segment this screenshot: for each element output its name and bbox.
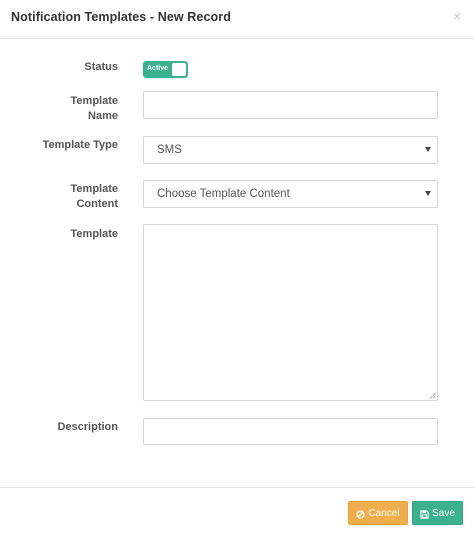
template-name-label-line1: Template [70,95,118,107]
status-toggle[interactable]: Active [143,61,188,78]
save-button-label: Save [432,508,455,519]
dialog-footer: Cancel Save [0,487,474,535]
resize-grip-icon[interactable] [429,392,436,399]
status-toggle-text: Active [147,65,169,72]
template-textarea[interactable] [143,224,438,401]
new-record-dialog: Notification Templates - New Record × St… [0,0,474,535]
template-content-select[interactable]: Choose Template Content [143,180,438,208]
description-label: Description [57,421,118,433]
cancel-button[interactable]: Cancel [348,501,408,525]
close-icon[interactable]: × [453,9,461,23]
template-label: Template [70,228,118,240]
dialog-title: Notification Templates - New Record [11,10,231,24]
template-content-label-line1: Template [70,183,118,195]
template-type-value: SMS [157,144,182,156]
template-name-input[interactable] [143,91,438,119]
template-name-label-line2: Name [88,110,118,122]
description-input[interactable] [143,418,438,445]
template-content-value: Choose Template Content [157,188,290,200]
save-button[interactable]: Save [412,501,463,525]
chevron-down-icon [425,147,431,152]
ban-icon [356,509,365,519]
status-label: Status [84,61,118,73]
cancel-button-label: Cancel [368,508,400,519]
template-type-label: Template Type [42,139,118,151]
template-content-label: Template Content [11,182,118,212]
floppy-disk-icon [420,509,429,519]
template-content-label-line2: Content [76,198,118,210]
dialog-header: Notification Templates - New Record × [0,0,474,39]
toggle-knob [172,63,186,76]
template-type-select[interactable]: SMS [143,136,438,164]
chevron-down-icon [425,191,431,196]
template-name-label: Template Name [11,94,118,124]
